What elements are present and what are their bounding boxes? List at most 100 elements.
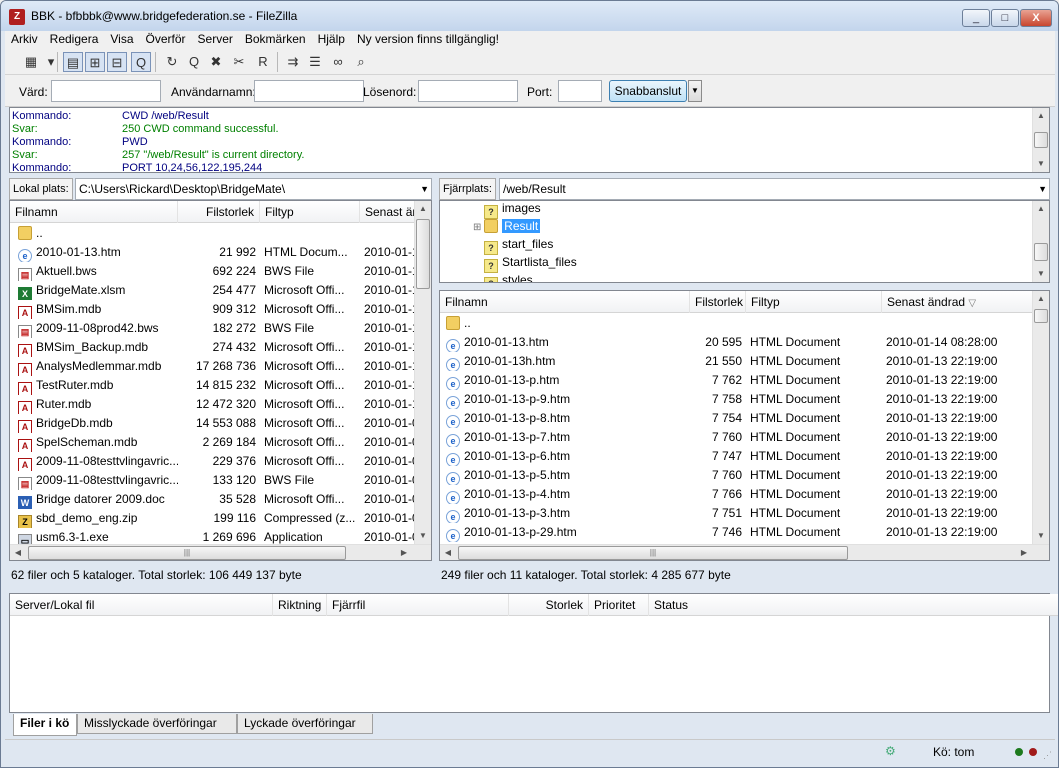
file-row[interactable]: e 2010-01-13-p-8.htm 7 754 HTML Document 201… <box>440 409 1049 428</box>
remote-tree-scrollbar[interactable]: ▲ ▼ <box>1032 201 1049 282</box>
queue-col-riktning[interactable]: Riktning <box>273 594 327 616</box>
username-input[interactable] <box>254 80 364 102</box>
password-input[interactable] <box>418 80 518 102</box>
scroll-thumb[interactable]: ||| <box>28 546 346 560</box>
file-row[interactable]: e 2010-01-13-p-7.htm 7 760 HTML Document 201… <box>440 428 1049 447</box>
remote-col-filtyp[interactable]: Filtyp <box>746 291 882 313</box>
remote-path-combo[interactable]: /web/Result ▼ <box>499 178 1050 200</box>
scroll-right-icon[interactable]: ▶ <box>1016 545 1032 560</box>
toggle-log-icon[interactable]: ▤ <box>63 52 83 72</box>
port-input[interactable] <box>558 80 602 102</box>
scroll-thumb[interactable]: ||| <box>458 546 848 560</box>
queue-col-status[interactable]: Status <box>649 594 1051 616</box>
tree-item[interactable]: ? styles <box>484 271 533 282</box>
tab-queued-files[interactable]: Filer i kö <box>13 714 77 736</box>
remote-col-filstorlek[interactable]: Filstorlek <box>690 291 746 313</box>
local-col-senast[interactable]: Senast än <box>360 201 420 223</box>
local-path-combo[interactable]: C:\Users\Rickard\Desktop\BridgeMate\ ▼ <box>75 178 432 200</box>
file-row[interactable]: e 2010-01-13h.htm 21 550 HTML Document 2010-… <box>440 352 1049 371</box>
remote-col-senast[interactable]: Senast ändrad ▽ <box>882 291 1042 313</box>
file-row[interactable]: e 2010-01-13-p.htm 7 762 HTML Document 2010-… <box>440 371 1049 390</box>
menu-bokmarken[interactable]: Bokmärken <box>239 31 312 47</box>
file-row[interactable]: ▤ 2009-11-08prod42.bws 182 272 BWS File 2010… <box>10 319 431 338</box>
log-scrollbar[interactable]: ▲ ▼ <box>1032 108 1049 172</box>
scroll-thumb[interactable] <box>416 219 430 289</box>
tab-failed-transfers[interactable]: Misslyckade överföringar <box>77 714 237 734</box>
scroll-thumb[interactable] <box>1034 309 1048 323</box>
tree-item[interactable]: ? Startlista_files <box>484 253 577 273</box>
reconnect-icon[interactable]: R <box>253 52 273 72</box>
local-vscroll[interactable]: ▲ ▼ <box>414 201 431 544</box>
file-row[interactable]: e 2010-01-13-p-3.htm 7 751 HTML Document 201… <box>440 504 1049 523</box>
maximize-button[interactable]: □ <box>991 9 1019 27</box>
scroll-up-icon[interactable]: ▲ <box>1033 291 1049 307</box>
file-row[interactable]: .. <box>10 224 431 243</box>
file-row[interactable]: ▤ Aktuell.bws 692 224 BWS File 2010-01-1 <box>10 262 431 281</box>
scroll-down-icon[interactable]: ▼ <box>415 528 431 544</box>
title-bar[interactable]: Z BBK - bfbbbk@www.bridgefederation.se -… <box>1 1 1058 31</box>
file-row[interactable]: ▤ 2009-11-08testtvlingavric... 133 120 BWS … <box>10 471 431 490</box>
scroll-up-icon[interactable]: ▲ <box>415 201 431 217</box>
scroll-down-icon[interactable]: ▼ <box>1033 266 1049 282</box>
chevron-down-icon[interactable]: ▼ <box>1038 179 1047 199</box>
file-row[interactable]: A AnalysMedlemmar.mdb 17 268 736 Microsoft … <box>10 357 431 376</box>
toggle-remote-tree-icon[interactable]: ⊟ <box>107 52 127 72</box>
scroll-up-icon[interactable]: ▲ <box>1033 108 1049 124</box>
menu-new-version[interactable]: Ny version finns tillgänglig! <box>351 31 505 47</box>
queue-col-prioritet[interactable]: Prioritet <box>589 594 649 616</box>
file-row[interactable]: A BridgeDb.mdb 14 553 088 Microsoft Offi...… <box>10 414 431 433</box>
menu-redigera[interactable]: Redigera <box>44 31 105 47</box>
file-row[interactable]: A Ruter.mdb 12 472 320 Microsoft Offi... 201… <box>10 395 431 414</box>
scroll-left-icon[interactable]: ◀ <box>10 545 26 560</box>
compare-icon[interactable]: ☰ <box>305 52 325 72</box>
file-row[interactable]: A BMSim.mdb 909 312 Microsoft Offi... 2010-0… <box>10 300 431 319</box>
scroll-right-icon[interactable]: ▶ <box>396 545 412 560</box>
filter-icon[interactable]: ⇉ <box>283 52 303 72</box>
remote-col-filnamn[interactable]: Filnamn <box>440 291 690 313</box>
chevron-down-icon[interactable]: ▼ <box>420 179 429 199</box>
quickconnect-dropdown-icon[interactable]: ▼ <box>688 80 702 102</box>
process-queue-icon[interactable]: Q <box>184 52 204 72</box>
remote-hscroll[interactable]: ◀ ||| ▶ <box>440 544 1049 560</box>
file-row[interactable]: .. <box>440 314 1049 333</box>
scroll-thumb[interactable] <box>1034 132 1048 148</box>
search-icon[interactable]: ⌕ <box>351 52 371 72</box>
scroll-left-icon[interactable]: ◀ <box>440 545 456 560</box>
expand-icon[interactable]: ⊞ <box>473 222 484 233</box>
local-col-filnamn[interactable]: Filnamn <box>10 201 178 223</box>
disconnect-icon[interactable]: ✂ <box>229 52 249 72</box>
file-row[interactable]: Zsbd_demo_eng.zip 199 116 Compressed (z...… <box>10 509 431 528</box>
file-row[interactable]: e 2010-01-13-p-4.htm 7 766 HTML Document 201… <box>440 485 1049 504</box>
scroll-down-icon[interactable]: ▼ <box>1033 156 1049 172</box>
tab-successful-transfers[interactable]: Lyckade överföringar <box>237 714 373 734</box>
host-input[interactable] <box>51 80 161 102</box>
menu-arkiv[interactable]: Arkiv <box>5 31 44 47</box>
dropdown-arrow-icon[interactable]: ▾ <box>41 52 61 72</box>
site-manager-icon[interactable]: ▦ <box>21 52 41 72</box>
file-row[interactable]: A SpelScheman.mdb 2 269 184 Microsoft Offi.… <box>10 433 431 452</box>
file-row[interactable]: e 2010-01-13-p-9.htm 7 758 HTML Document 201… <box>440 390 1049 409</box>
toggle-queue-icon[interactable]: Q <box>131 52 151 72</box>
refresh-icon[interactable]: ↻ <box>162 52 182 72</box>
file-row[interactable]: X BridgeMate.xlsm 254 477 Microsoft Offi...… <box>10 281 431 300</box>
file-row[interactable]: A TestRuter.mdb 14 815 232 Microsoft Offi..… <box>10 376 431 395</box>
file-row[interactable]: e 2010-01-13-p-29.htm 7 746 HTML Document 20… <box>440 523 1049 542</box>
minimize-button[interactable]: _ <box>962 9 990 27</box>
menu-visa[interactable]: Visa <box>104 31 139 47</box>
queue-col-server[interactable]: Server/Lokal fil <box>10 594 273 616</box>
tree-item[interactable]: ? images <box>484 201 541 219</box>
file-row[interactable]: e 2010-01-13-p-5.htm 7 760 HTML Document 201… <box>440 466 1049 485</box>
file-row[interactable]: A 2009-11-08testtvlingavric... 229 376 Micr… <box>10 452 431 471</box>
close-button[interactable]: X <box>1020 9 1052 27</box>
file-row[interactable]: A BMSim_Backup.mdb 274 432 Microsoft Offi..… <box>10 338 431 357</box>
file-row[interactable]: e 2010-01-13-p-6.htm 7 747 HTML Document 201… <box>440 447 1049 466</box>
menu-hjalp[interactable]: Hjälp <box>312 31 351 47</box>
local-hscroll[interactable]: ◀ ||| ▶ <box>10 544 431 560</box>
local-col-filtyp[interactable]: Filtyp <box>260 201 360 223</box>
file-row[interactable]: W Bridge datorer 2009.doc 35 528 Microsoft … <box>10 490 431 509</box>
queue-col-storlek[interactable]: Storlek <box>509 594 589 616</box>
scroll-thumb[interactable] <box>1034 243 1048 261</box>
queue-col-fjarrfil[interactable]: Fjärrfil <box>327 594 509 616</box>
remote-vscroll[interactable]: ▲ ▼ <box>1032 291 1049 544</box>
scroll-up-icon[interactable]: ▲ <box>1033 201 1049 217</box>
